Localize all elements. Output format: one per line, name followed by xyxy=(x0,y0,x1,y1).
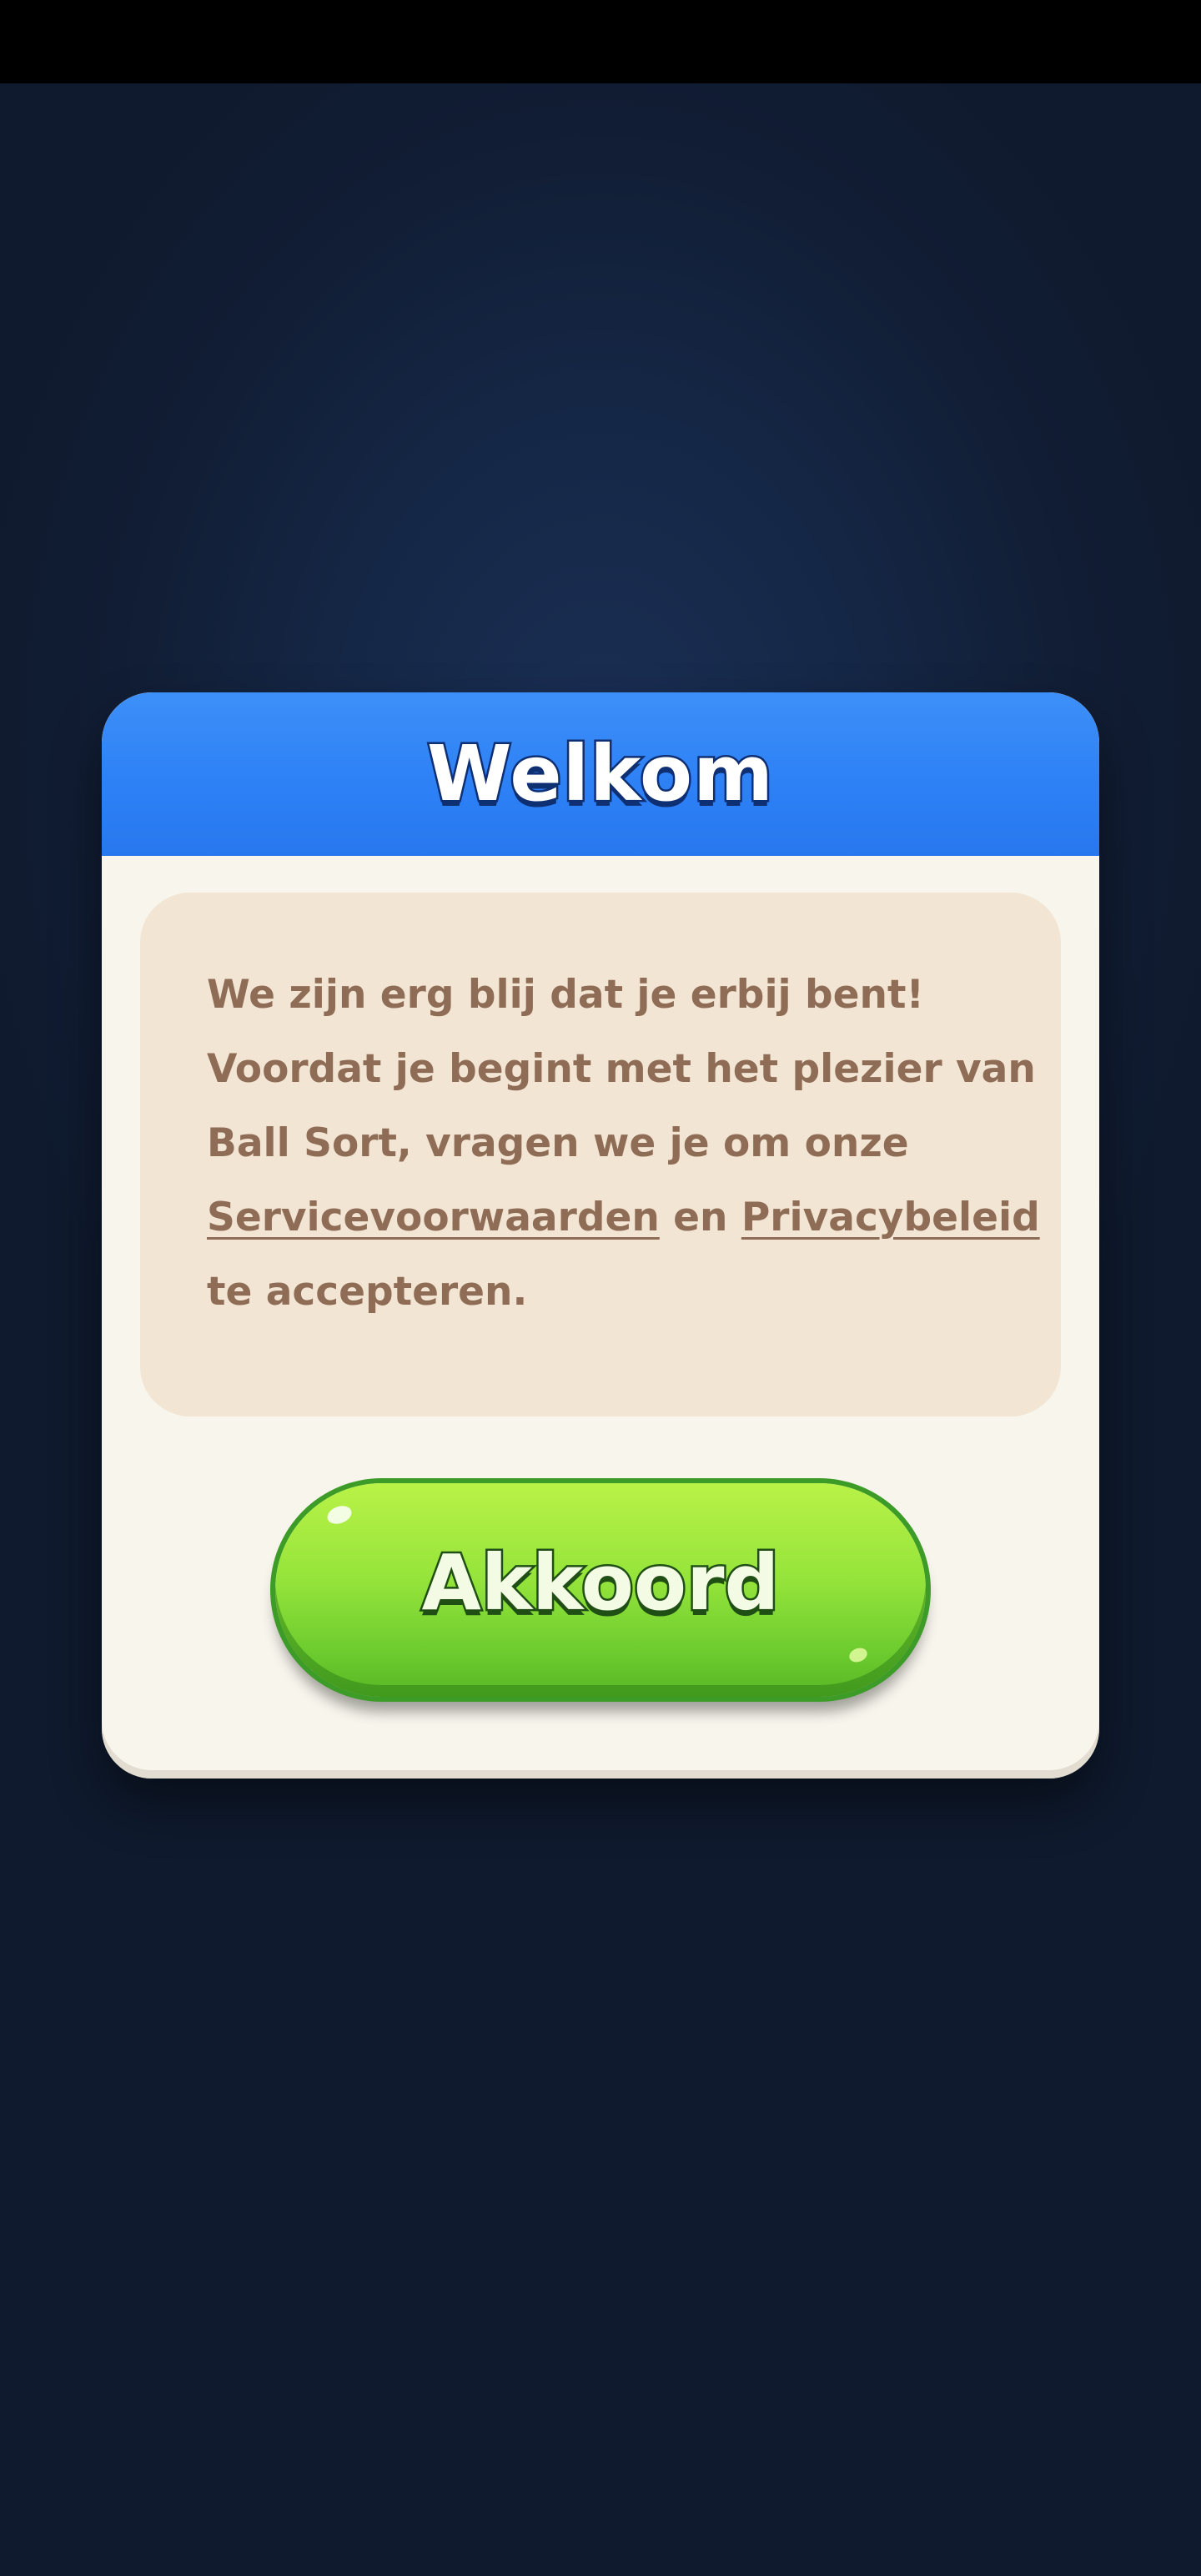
terms-of-service-link[interactable]: Servicevoorwaarden xyxy=(207,1195,660,1240)
dialog-title: Welkom xyxy=(425,727,776,821)
message-box: We zijn erg blij dat je erbij bent! Voor… xyxy=(140,893,1061,1416)
message-line-4: Servicevoorwaarden en Privacybeleid xyxy=(207,1180,1040,1255)
message-text: We zijn erg blij dat je erbij bent! Voor… xyxy=(207,958,1040,1329)
message-line-5: te accepteren. xyxy=(207,1269,528,1315)
accept-button-label: Akkoord xyxy=(420,1537,781,1630)
accept-button[interactable]: Akkoord xyxy=(275,1483,926,1697)
message-line-3: Ball Sort, vragen we je om onze xyxy=(207,1120,909,1166)
message-line-2: Voordat je begint met het plezier van xyxy=(207,1046,1036,1092)
message-line-1: We zijn erg blij dat je erbij bent! xyxy=(207,972,924,1018)
status-bar xyxy=(0,0,1201,83)
conjunction-text: en xyxy=(659,1195,741,1240)
dialog-header: Welkom xyxy=(102,692,1099,856)
privacy-policy-link[interactable]: Privacybeleid xyxy=(741,1195,1040,1240)
welcome-dialog: Welkom We zijn erg blij dat je erbij ben… xyxy=(102,692,1099,1779)
